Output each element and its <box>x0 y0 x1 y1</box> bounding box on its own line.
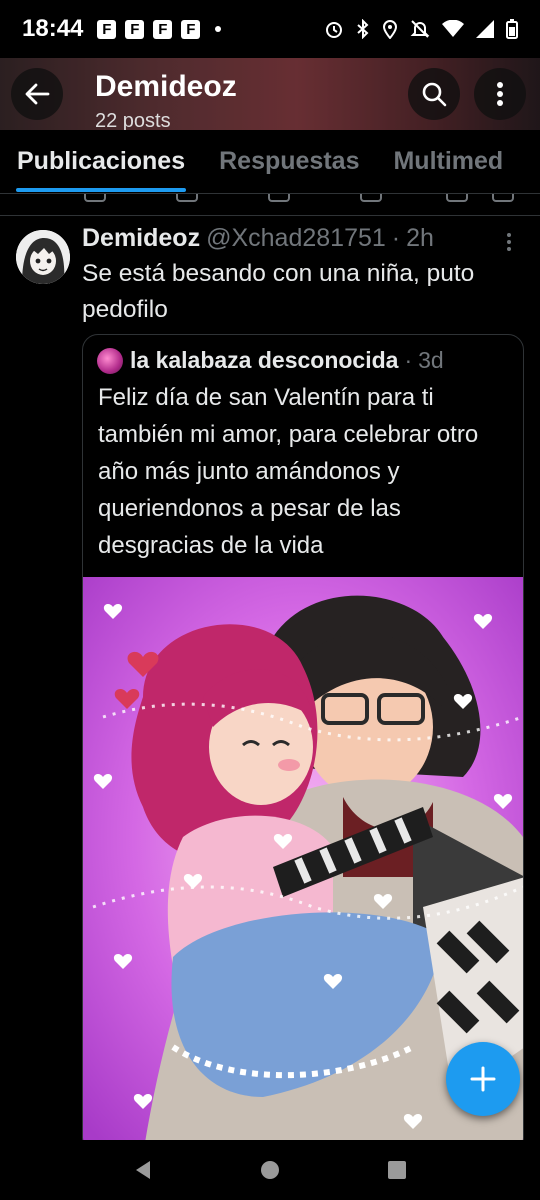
mute-icon <box>410 20 430 38</box>
back-button[interactable] <box>11 68 63 120</box>
status-bar: 18:44 F F F F <box>0 0 540 58</box>
compose-button[interactable] <box>446 1042 520 1116</box>
profile-name: Demideoz <box>95 70 237 103</box>
more-notifications-dot <box>215 26 222 32</box>
more-options-button[interactable] <box>474 68 526 120</box>
quoted-author-name: la kalabaza desconocida <box>130 347 399 373</box>
more-vertical-icon <box>507 233 511 251</box>
location-icon <box>382 20 398 39</box>
separator-dot: · <box>391 224 401 252</box>
plus-icon <box>470 1066 496 1092</box>
wifi-icon <box>442 20 464 37</box>
signal-icon <box>476 20 494 38</box>
back-arrow-icon <box>25 83 50 105</box>
quoted-tweet[interactable]: la kalabaza desconocida · 3d Feliz día d… <box>82 334 524 1154</box>
search-button[interactable] <box>408 68 460 120</box>
more-vertical-icon <box>497 82 503 106</box>
facebook-notification-icon: F <box>97 19 117 39</box>
author-name[interactable]: Demideoz <box>82 224 200 253</box>
like-icon[interactable] <box>268 194 290 202</box>
tweet-header: Demideoz @Xchad281751 · 2h <box>82 224 434 256</box>
facebook-notification-icon: F <box>125 19 145 39</box>
separator-dot: · <box>404 347 413 373</box>
bluetooth-icon <box>357 19 369 39</box>
facebook-notification-icon: F <box>153 19 173 39</box>
quoted-tweet-text: Feliz día de san Valentín para ti tambié… <box>98 384 479 559</box>
views-icon[interactable] <box>360 194 382 202</box>
previous-tweet-actions <box>0 194 540 216</box>
tab-respuestas[interactable]: Respuestas <box>202 130 376 193</box>
reply-icon[interactable] <box>84 194 106 202</box>
share-icon[interactable] <box>492 194 514 202</box>
repost-icon[interactable] <box>176 194 198 202</box>
tab-publicaciones[interactable]: Publicaciones <box>0 130 202 193</box>
avatar[interactable] <box>16 230 70 284</box>
nav-recents-icon[interactable] <box>386 1159 408 1181</box>
tweet-text: Se está besando con una niña, puto pedof… <box>82 260 475 323</box>
facebook-notification-icon: F <box>181 19 201 39</box>
status-icons <box>324 19 518 39</box>
system-nav-bar <box>0 1140 540 1200</box>
tweet-time: 2h <box>406 224 434 252</box>
author-handle[interactable]: @Xchad281751 <box>206 224 386 253</box>
notification-icons: F F F F <box>97 19 222 39</box>
quoted-avatar <box>97 347 123 374</box>
post-count: 22 posts <box>95 110 171 130</box>
quoted-tweet-header: la kalabaza desconocida · 3d <box>97 347 444 374</box>
battery-icon <box>506 19 518 39</box>
tab-multimedia[interactable]: Multimed <box>376 130 520 193</box>
profile-tabs: Publicaciones Respuestas Multimed <box>0 130 540 194</box>
search-icon <box>422 82 447 107</box>
tweet-more-button[interactable] <box>506 232 512 257</box>
bookmark-icon[interactable] <box>446 194 468 202</box>
profile-header: Demideoz 22 posts <box>0 58 540 130</box>
status-time: 18:44 <box>22 15 84 42</box>
nav-back-icon[interactable] <box>132 1159 154 1181</box>
nav-home-icon[interactable] <box>259 1159 281 1181</box>
quoted-tweet-time: 3d <box>418 347 444 373</box>
alarm-icon <box>326 22 342 38</box>
